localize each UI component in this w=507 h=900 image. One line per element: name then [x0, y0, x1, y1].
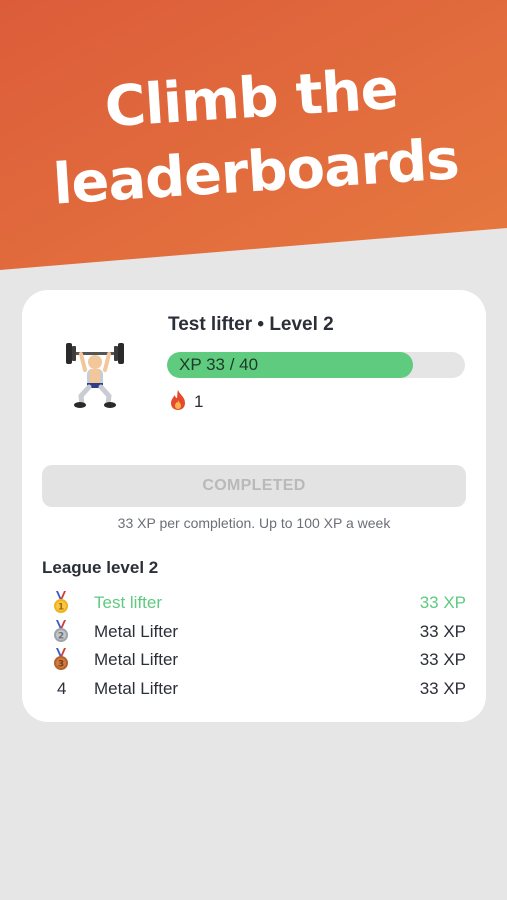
xp-progress-label: XP 33 / 40: [179, 355, 259, 374]
leaderboard-row-name: Metal Lifter: [94, 621, 179, 641]
leaderboard-row-xp: 33 XP: [419, 593, 466, 613]
hero-banner: Climb the leaderboards: [0, 0, 507, 290]
xp-progress-bar: XP 33 / 40: [167, 352, 465, 378]
leaderboard-row[interactable]: 1 Test lifter 33 XP: [42, 589, 466, 618]
completion-note: 33 XP per completion. Up to 100 XP a wee…: [117, 515, 391, 531]
leaderboard-list: 1 Test lifter 33 XP 2 Metal Lifter 33 XP: [42, 589, 466, 703]
leaderboard-row-xp: 33 XP: [419, 650, 466, 670]
streak-count: 1: [194, 392, 204, 411]
leaderboard-row[interactable]: 4 Metal Lifter 33 XP: [42, 675, 466, 704]
weightlifter-icon: [64, 340, 126, 410]
leaderboard-row-name: Metal Lifter: [94, 679, 179, 699]
leaderboard-row-xp: 33 XP: [419, 679, 466, 699]
leaderboard-row-name: Metal Lifter: [94, 650, 179, 670]
leaderboard-row-name: Test lifter: [94, 593, 163, 613]
gold-medal-icon: 1: [42, 591, 94, 615]
leaderboard-row-rank: 4: [57, 679, 67, 699]
leaderboard-card: Test lifter • Level 2 XP 33 / 40 1 COMPL…: [22, 290, 486, 722]
league-title: League level 2: [42, 558, 159, 577]
completed-button[interactable]: COMPLETED: [42, 465, 466, 507]
silver-medal-icon: 2: [42, 619, 94, 644]
fire-icon: [168, 389, 188, 416]
leaderboard-row-xp: 33 XP: [419, 621, 466, 641]
svg-text:1: 1: [58, 603, 64, 613]
svg-text:3: 3: [58, 660, 64, 670]
svg-text:2: 2: [58, 631, 64, 641]
bronze-medal-icon: 3: [42, 648, 94, 672]
profile-title: Test lifter • Level 2: [168, 314, 334, 335]
leaderboard-row[interactable]: 2 Metal Lifter 33 XP: [42, 618, 466, 647]
leaderboard-row[interactable]: 3 Metal Lifter 33 XP: [42, 646, 466, 675]
streak-indicator: 1: [168, 389, 204, 416]
hero-headline: Climb the leaderboards: [0, 46, 507, 226]
